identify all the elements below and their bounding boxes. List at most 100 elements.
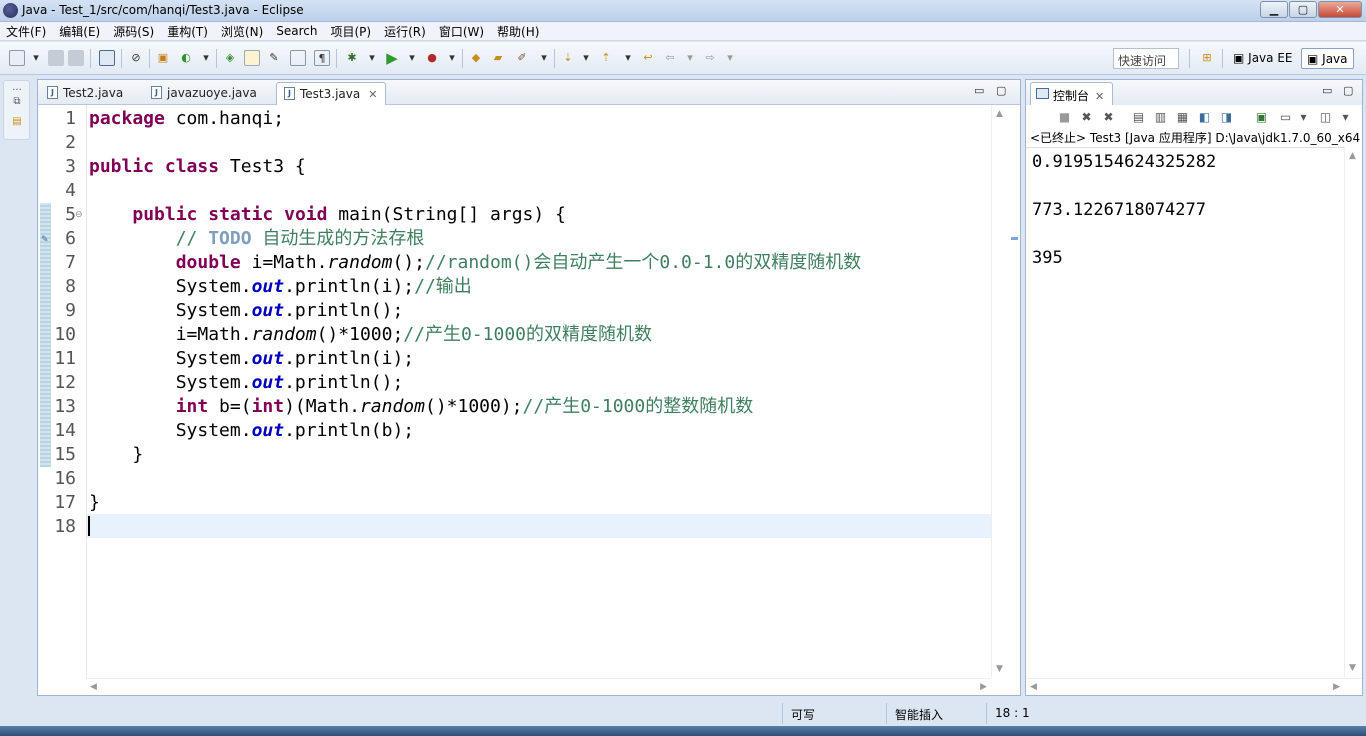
- console-horizontal-scrollbar[interactable]: ◀ ▶: [1026, 678, 1362, 695]
- dropdown-arrow-icon[interactable]: ▾: [722, 50, 738, 66]
- minimize-view-icon[interactable]: ▭: [1322, 84, 1332, 97]
- show-on-stdout-icon[interactable]: ◧: [1197, 110, 1212, 124]
- dropdown-arrow-icon[interactable]: ▾: [364, 50, 380, 66]
- java-file-icon: J: [284, 87, 295, 100]
- show-on-stderr-icon[interactable]: ◨: [1219, 110, 1234, 124]
- skip-breakpoints-icon[interactable]: ⊘: [128, 50, 144, 66]
- minimize-editor-icon[interactable]: ▭: [974, 84, 984, 97]
- package-explorer-icon[interactable]: ▤: [11, 116, 23, 128]
- menu-refactor[interactable]: 重构(T): [167, 23, 208, 40]
- menu-search[interactable]: Search: [276, 24, 317, 38]
- menu-run[interactable]: 运行(R): [384, 23, 426, 40]
- tab-console[interactable]: 控制台 ✕: [1030, 82, 1114, 105]
- maximize-editor-icon[interactable]: ▢: [996, 84, 1006, 97]
- scroll-left-arrow-icon[interactable]: ◀: [1030, 682, 1037, 692]
- console-launch-status: <已终止> Test3 [Java 应用程序] D:\Java\jdk1.7.0…: [1030, 131, 1360, 145]
- next-annotation-icon[interactable]: ⇣: [560, 50, 576, 66]
- run-icon[interactable]: ▶: [384, 50, 400, 66]
- scroll-down-arrow-icon[interactable]: ▼: [1349, 663, 1356, 673]
- scroll-lock-icon[interactable]: ▥: [1153, 110, 1168, 124]
- dropdown-arrow-icon[interactable]: ▾: [536, 50, 552, 66]
- external-tools-icon[interactable]: ●: [424, 50, 440, 66]
- console-output[interactable]: 0.9195154624325282 773.1226718074277 395: [1026, 147, 1344, 677]
- show-whitespace-icon[interactable]: [290, 50, 306, 66]
- save-icon[interactable]: [48, 50, 64, 66]
- display-console-icon[interactable]: ▭: [1278, 110, 1293, 124]
- dropdown-arrow-icon[interactable]: ▾: [1338, 110, 1353, 124]
- open-console-icon[interactable]: ◫: [1318, 110, 1333, 124]
- scroll-right-arrow-icon[interactable]: ▶: [1333, 682, 1340, 692]
- code-text-area[interactable]: package com.hanqi; public class Test3 { …: [86, 105, 991, 678]
- keyword: void: [284, 204, 328, 225]
- menu-window[interactable]: 窗口(W): [439, 23, 484, 40]
- menu-help[interactable]: 帮助(H): [497, 23, 539, 40]
- debug-icon[interactable]: ✱: [344, 50, 360, 66]
- dropdown-arrow-icon[interactable]: ▾: [578, 50, 594, 66]
- close-window-button[interactable]: ✕: [1318, 1, 1362, 18]
- scroll-up-arrow-icon[interactable]: ▲: [1349, 151, 1356, 161]
- menu-project[interactable]: 项目(P): [331, 23, 372, 40]
- dropdown-arrow-icon[interactable]: ▾: [682, 50, 698, 66]
- new-project-icon[interactable]: ▣: [155, 50, 171, 66]
- maximize-button[interactable]: ▢: [1289, 1, 1317, 18]
- line-number: 8: [65, 276, 76, 297]
- tab-test3-java[interactable]: J Test3.java ✕: [276, 82, 387, 105]
- console-vertical-scrollbar[interactable]: ▲ ▼: [1344, 147, 1362, 677]
- pin-console-icon[interactable]: ▣: [1254, 110, 1269, 124]
- scroll-down-arrow-icon[interactable]: ▼: [996, 664, 1003, 674]
- open-perspective-icon[interactable]: ⊞: [1199, 50, 1215, 66]
- console-view-icon[interactable]: [99, 50, 115, 66]
- dropdown-arrow-icon[interactable]: ▾: [620, 50, 636, 66]
- menu-navigate[interactable]: 浏览(N): [221, 23, 263, 40]
- brush-icon[interactable]: ✐: [514, 50, 530, 66]
- code-line-17: }: [89, 491, 100, 515]
- output-line: 0.9195154624325282: [1032, 152, 1217, 172]
- close-tab-icon[interactable]: ✕: [368, 88, 377, 101]
- forward-arrow-icon[interactable]: ⇨: [702, 50, 718, 66]
- new-icon[interactable]: [9, 50, 25, 66]
- dropdown-arrow-icon[interactable]: ▾: [28, 50, 44, 66]
- save-all-icon[interactable]: [68, 50, 84, 66]
- run-last-tool-icon[interactable]: ◐: [178, 50, 194, 66]
- dropdown-arrow-icon[interactable]: ▾: [198, 50, 214, 66]
- minimize-button[interactable]: ▁: [1260, 1, 1288, 18]
- tab-javazuoye-java[interactable]: Jjavazuoye.java: [144, 82, 265, 105]
- open-folder-icon[interactable]: ▰: [490, 50, 506, 66]
- scroll-up-arrow-icon[interactable]: ▲: [996, 109, 1003, 119]
- dropdown-arrow-icon[interactable]: ▾: [404, 50, 420, 66]
- editor-vertical-scrollbar[interactable]: ▲ ▼: [991, 105, 1009, 678]
- quick-access-input[interactable]: 快速访问: [1113, 48, 1179, 69]
- fold-collapse-icon[interactable]: ⊖: [75, 210, 83, 220]
- remove-launch-icon[interactable]: ✖: [1079, 110, 1094, 124]
- overview-ruler[interactable]: [1009, 105, 1020, 678]
- close-tab-icon[interactable]: ✕: [1095, 90, 1104, 103]
- overview-marker[interactable]: [1011, 237, 1018, 240]
- os-taskbar: [0, 726, 1366, 736]
- remove-all-launches-icon[interactable]: ✖: [1101, 110, 1116, 124]
- restore-icon[interactable]: ⧉: [11, 96, 23, 108]
- word-wrap-icon[interactable]: ▦: [1175, 110, 1190, 124]
- clear-console-icon[interactable]: ▤: [1131, 110, 1146, 124]
- maximize-view-icon[interactable]: ▢: [1343, 84, 1353, 97]
- last-edit-location-icon[interactable]: ↩: [640, 50, 656, 66]
- tab-test2-java[interactable]: J Test2.java: [40, 82, 131, 105]
- perspective-java[interactable]: ▣ Java: [1301, 48, 1354, 69]
- tab-label: Test2.java: [63, 86, 124, 100]
- back-arrow-icon[interactable]: ⇦: [662, 50, 678, 66]
- scroll-right-arrow-icon[interactable]: ▶: [980, 682, 987, 692]
- previous-annotation-icon[interactable]: ⇡: [598, 50, 614, 66]
- perspective-java-ee[interactable]: ▣ Java EE: [1228, 48, 1297, 69]
- terminate-icon[interactable]: ■: [1057, 110, 1072, 124]
- paragraph-icon[interactable]: ¶: [314, 50, 330, 66]
- scroll-left-arrow-icon[interactable]: ◀: [90, 682, 97, 692]
- new-java-package-icon[interactable]: ◆: [468, 50, 484, 66]
- menu-edit[interactable]: 编辑(E): [59, 23, 100, 40]
- toggle-mark-occurrences-icon[interactable]: [244, 50, 260, 66]
- editor-horizontal-scrollbar[interactable]: ◀ ▶: [86, 678, 991, 695]
- dropdown-arrow-icon[interactable]: ▾: [444, 50, 460, 66]
- open-type-icon[interactable]: ◈: [222, 50, 238, 66]
- menu-source[interactable]: 源码(S): [113, 23, 154, 40]
- dropdown-arrow-icon[interactable]: ▾: [1296, 110, 1311, 124]
- menu-file[interactable]: 文件(F): [6, 23, 46, 40]
- toggle-block-selection-icon[interactable]: ✎: [266, 50, 282, 66]
